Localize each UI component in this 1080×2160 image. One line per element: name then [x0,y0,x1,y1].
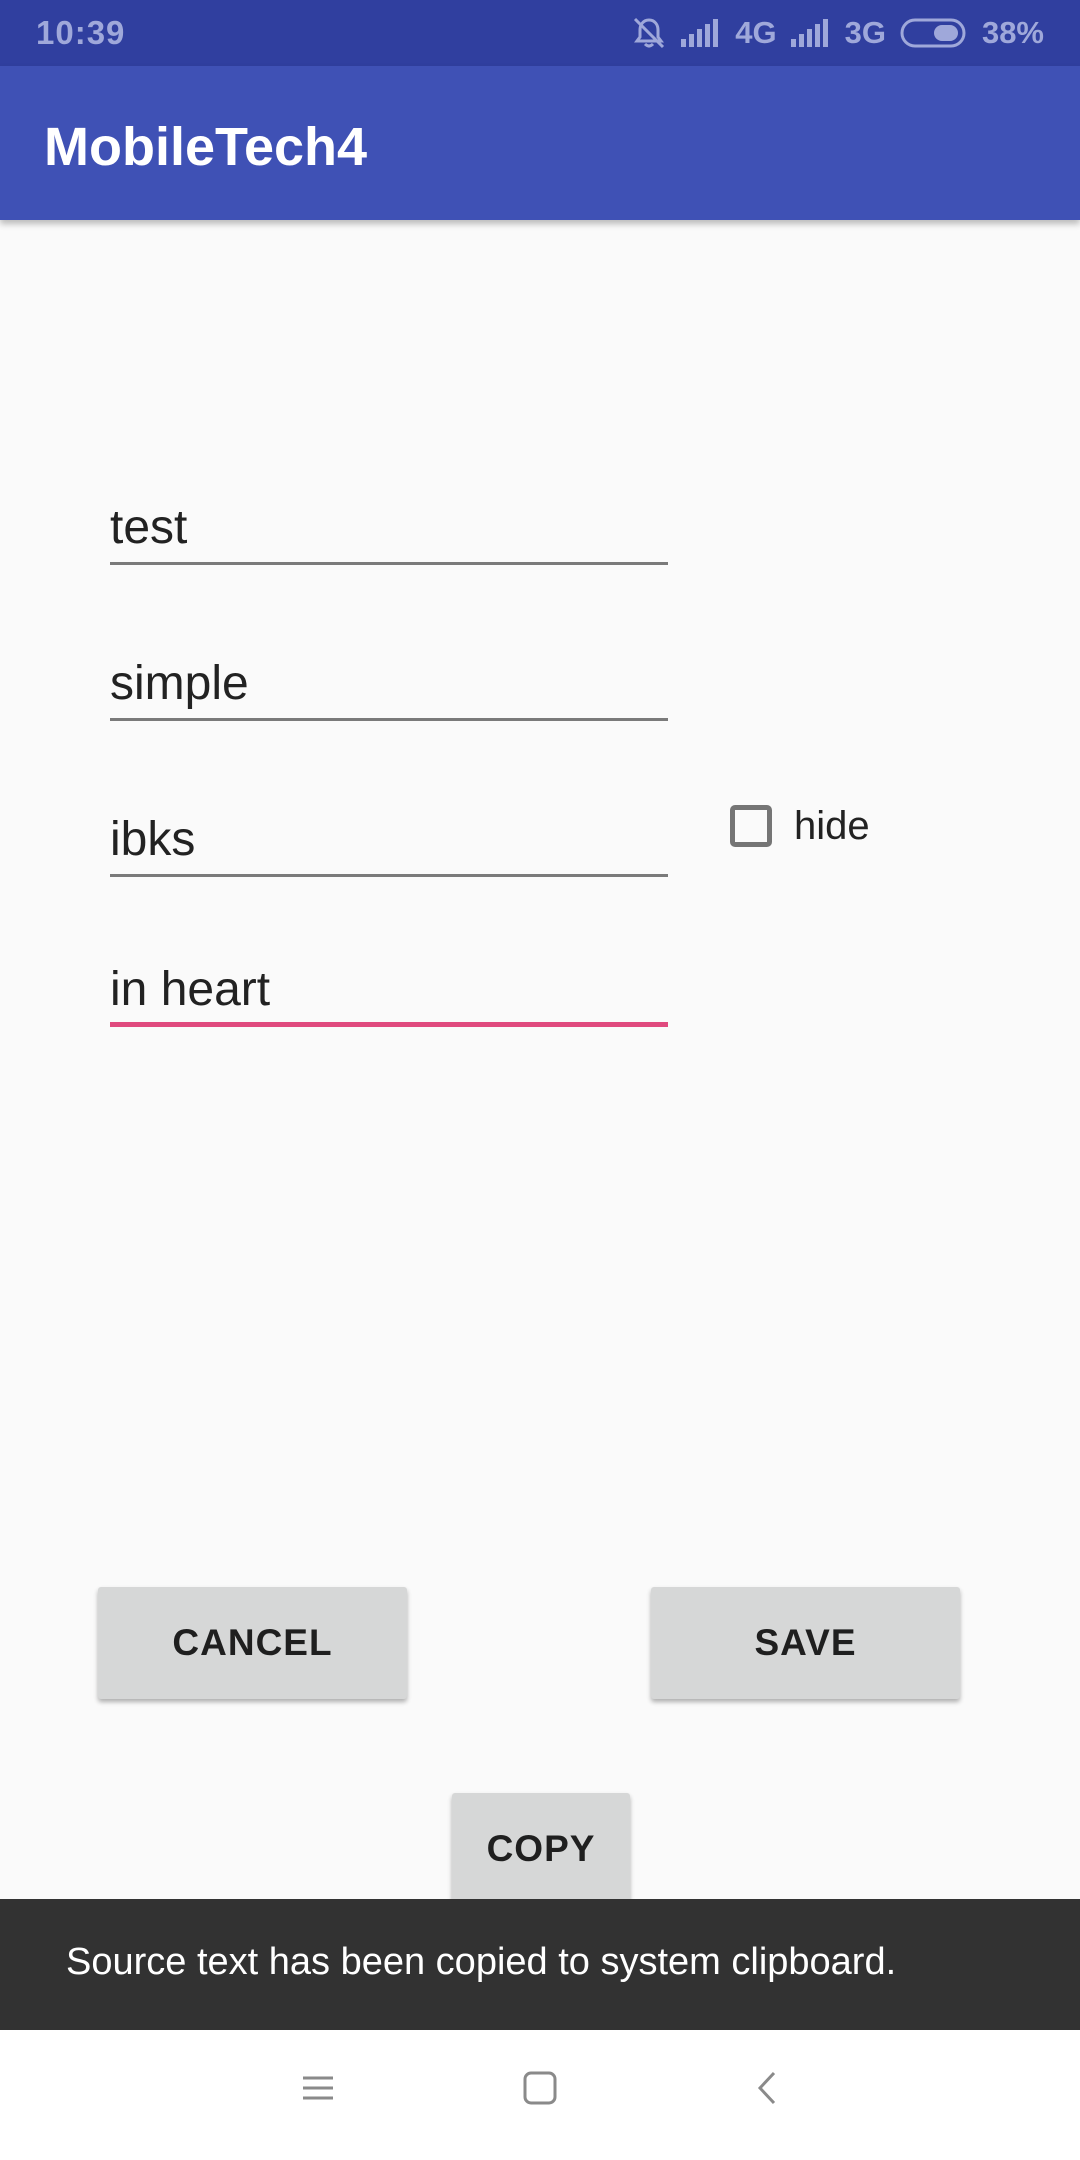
battery-icon [900,17,968,49]
text-field-1[interactable]: test [110,475,668,565]
signal-icon [681,19,721,47]
text-field-value: ibks [110,813,196,866]
text-field-value: simple [110,657,249,710]
text-field-4[interactable]: in heart [110,937,668,1027]
text-field-value: in heart [110,963,271,1016]
status-icons: 4G 3G 38% [631,12,1044,54]
field-underline [110,874,668,877]
hide-checkbox-label: hide [794,803,870,848]
back-chevron-icon[interactable] [750,2070,786,2111]
copy-button[interactable]: COPY [452,1793,630,1905]
network-type-1: 4G [735,15,777,50]
network-type-2: 3G [844,15,886,50]
cancel-button[interactable]: CANCEL [98,1587,407,1699]
checkbox-box[interactable] [730,805,772,847]
status-bar: 10:39 4G 3G 38% [0,0,1080,66]
hide-checkbox[interactable]: hide [730,800,870,852]
menu-icon[interactable] [300,2070,336,2111]
snackbar: Source text has been copied to system cl… [0,1899,1080,2030]
app-bar: MobileTech4 [0,66,1080,220]
field-underline [110,718,668,721]
status-time: 10:39 [36,14,126,51]
notifications-off-icon [631,15,667,51]
system-nav-bar [0,2030,1080,2160]
text-field-2[interactable]: simple [110,631,668,721]
battery-percent: 38% [981,15,1044,50]
field-underline [110,562,668,565]
signal-icon [790,19,831,47]
text-field-3[interactable]: ibks [110,787,668,877]
save-button[interactable]: SAVE [651,1587,960,1699]
field-underline-focused [110,1022,668,1027]
text-field-value: test [110,501,188,554]
snackbar-message: Source text has been copied to system cl… [66,1941,897,1983]
app-title: MobileTech4 [44,117,368,177]
home-square-icon[interactable] [522,2070,558,2111]
